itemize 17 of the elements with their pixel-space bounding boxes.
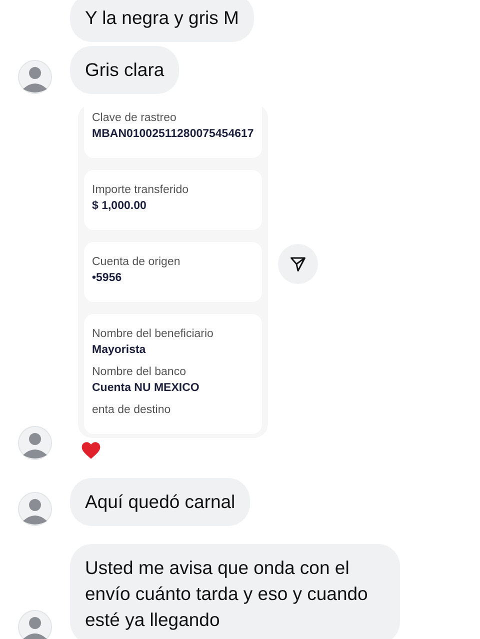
field-label: Nombre del beneficiario xyxy=(92,328,214,340)
field-value: $ 1,000.00 xyxy=(92,200,148,212)
field-value: Mayorista xyxy=(92,344,147,356)
field-label: Importe transferido xyxy=(92,184,190,196)
field-label: enta de destino xyxy=(92,404,172,416)
share-button[interactable] xyxy=(278,244,318,284)
field-label: Cuenta de origen xyxy=(92,256,182,268)
field-value: •5956 xyxy=(92,272,123,284)
message-bubble: Y la negra y gris M xyxy=(70,0,254,42)
message-bubble: Gris clara xyxy=(70,46,180,94)
send-icon xyxy=(289,255,307,273)
message-bubble: Aquí quedó carnal xyxy=(70,478,250,526)
field-value: MBAN01002511280075454617 xyxy=(92,128,254,140)
field-label: Clave de rastreo xyxy=(92,112,178,124)
field-value: Cuenta NU MEXICO xyxy=(92,382,200,394)
message-bubble: Usted me avisa que onda con el envío cuánto tarda y eso y cuando esté ya llegando xyxy=(70,544,400,639)
field-label: Nombre del banco xyxy=(92,366,187,378)
